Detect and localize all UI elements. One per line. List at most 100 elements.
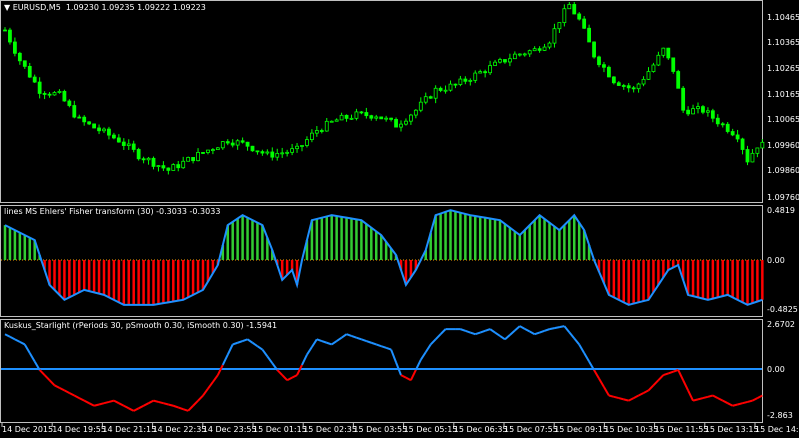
price-label: 1.10065 bbox=[767, 115, 799, 124]
candle bbox=[483, 71, 488, 74]
kuskus-line-segment bbox=[192, 399, 199, 407]
kuskus-line-segment bbox=[707, 394, 714, 398]
candle bbox=[171, 164, 176, 171]
kuskus-line-segment bbox=[638, 392, 645, 397]
candle bbox=[32, 76, 37, 83]
price-label: 1.10465 bbox=[767, 13, 799, 22]
kuskus-line-segment bbox=[419, 351, 427, 361]
kuskus-line-segment bbox=[504, 334, 511, 341]
kuskus-line-segment bbox=[623, 398, 629, 402]
kuskus-line-segment bbox=[133, 407, 140, 412]
candle bbox=[181, 160, 186, 169]
kuskus-line-segment bbox=[667, 370, 674, 375]
kuskus-line-segment bbox=[370, 341, 377, 346]
candle bbox=[107, 128, 111, 136]
chart-canvas bbox=[1, 2, 765, 427]
kuskus-line-segment bbox=[568, 331, 576, 339]
candle bbox=[349, 117, 354, 120]
kuskus-line-segment bbox=[172, 404, 179, 409]
kuskus-line-segment bbox=[722, 399, 729, 405]
candle bbox=[666, 47, 671, 59]
kuskus-line-segment bbox=[434, 333, 442, 341]
candle bbox=[112, 134, 116, 139]
candle bbox=[542, 46, 547, 51]
kuskus-line-segment bbox=[460, 328, 466, 332]
candle bbox=[389, 117, 394, 120]
candle bbox=[290, 148, 295, 153]
candle bbox=[725, 123, 730, 132]
kuskus-line-segment bbox=[469, 331, 476, 336]
kuskus-line-segment bbox=[534, 331, 540, 336]
kuskus-line-segment bbox=[286, 376, 293, 382]
candle bbox=[27, 65, 32, 78]
kuskus-line-segment bbox=[583, 352, 590, 362]
candle bbox=[735, 134, 740, 140]
kuskus-line-segment bbox=[237, 340, 243, 344]
kuskus-line-segment bbox=[578, 343, 586, 354]
kuskus-line-segment bbox=[58, 386, 65, 392]
candle bbox=[280, 152, 285, 155]
candle bbox=[235, 140, 240, 146]
candle bbox=[567, 4, 572, 10]
candle bbox=[636, 83, 641, 90]
candle bbox=[715, 117, 720, 125]
candle bbox=[156, 165, 161, 167]
kuskus-line-segment bbox=[465, 329, 471, 334]
candle bbox=[547, 42, 552, 48]
candle bbox=[740, 138, 745, 150]
kuskus-line-segment bbox=[148, 399, 154, 405]
candle bbox=[646, 71, 651, 80]
candle bbox=[443, 89, 448, 92]
candle bbox=[12, 41, 17, 54]
kuskus-line-segment bbox=[242, 338, 248, 342]
candle bbox=[22, 60, 27, 67]
candle bbox=[161, 165, 166, 169]
candle bbox=[686, 109, 690, 115]
candle bbox=[220, 141, 225, 149]
kuskus-line-segment bbox=[301, 354, 308, 366]
candle bbox=[300, 145, 304, 147]
kuskus-line-segment bbox=[4, 333, 11, 338]
kuskus-line-segment bbox=[559, 325, 565, 329]
symbol-header: ▼ EURUSD,M5 1.09230 1.09235 1.09222 1.09… bbox=[4, 3, 206, 12]
kuskus-line-segment bbox=[316, 338, 323, 342]
candle bbox=[82, 116, 87, 123]
time-label: 15 Dec 14:35 bbox=[755, 425, 799, 434]
kuskus-line-segment bbox=[138, 404, 145, 410]
kuskus-line-segment bbox=[657, 374, 665, 381]
kuskus-line-segment bbox=[390, 349, 397, 363]
kuskus-line-segment bbox=[158, 400, 164, 405]
candle bbox=[225, 141, 230, 144]
kuskus-line-segment bbox=[78, 397, 85, 402]
kuskus-line-segment bbox=[163, 402, 169, 406]
kuskus-line-segment bbox=[613, 395, 620, 400]
candle bbox=[428, 96, 433, 99]
kuskus-line-segment bbox=[529, 330, 536, 336]
kuskus-line-segment bbox=[63, 389, 70, 394]
kuskus-line-segment bbox=[385, 346, 392, 351]
kuskus-line-segment bbox=[48, 379, 56, 387]
kuskus-line-segment bbox=[261, 348, 269, 357]
candle bbox=[478, 71, 483, 74]
candle bbox=[265, 151, 270, 154]
collapse-triangle-icon[interactable]: ▼ bbox=[4, 3, 10, 12]
candle bbox=[616, 82, 621, 86]
kuskus-line-segment bbox=[143, 402, 150, 407]
kuskus-line-segment bbox=[742, 400, 748, 405]
kuskus-line-segment bbox=[113, 399, 120, 405]
candle bbox=[607, 66, 611, 78]
candle bbox=[305, 139, 309, 146]
candle bbox=[750, 152, 755, 163]
kuskus-line-segment bbox=[519, 325, 526, 330]
kuskus-line-segment bbox=[410, 369, 417, 381]
candle bbox=[196, 152, 200, 162]
kuskus-line-segment bbox=[424, 343, 432, 353]
candle bbox=[597, 56, 601, 66]
candle bbox=[656, 54, 661, 66]
kuskus-line-segment bbox=[539, 329, 545, 334]
candle bbox=[473, 72, 478, 81]
candle bbox=[57, 90, 62, 93]
time-label: 14 Dec 23:55 bbox=[202, 425, 257, 434]
candle bbox=[191, 157, 196, 162]
kuskus-line-segment bbox=[756, 394, 763, 399]
